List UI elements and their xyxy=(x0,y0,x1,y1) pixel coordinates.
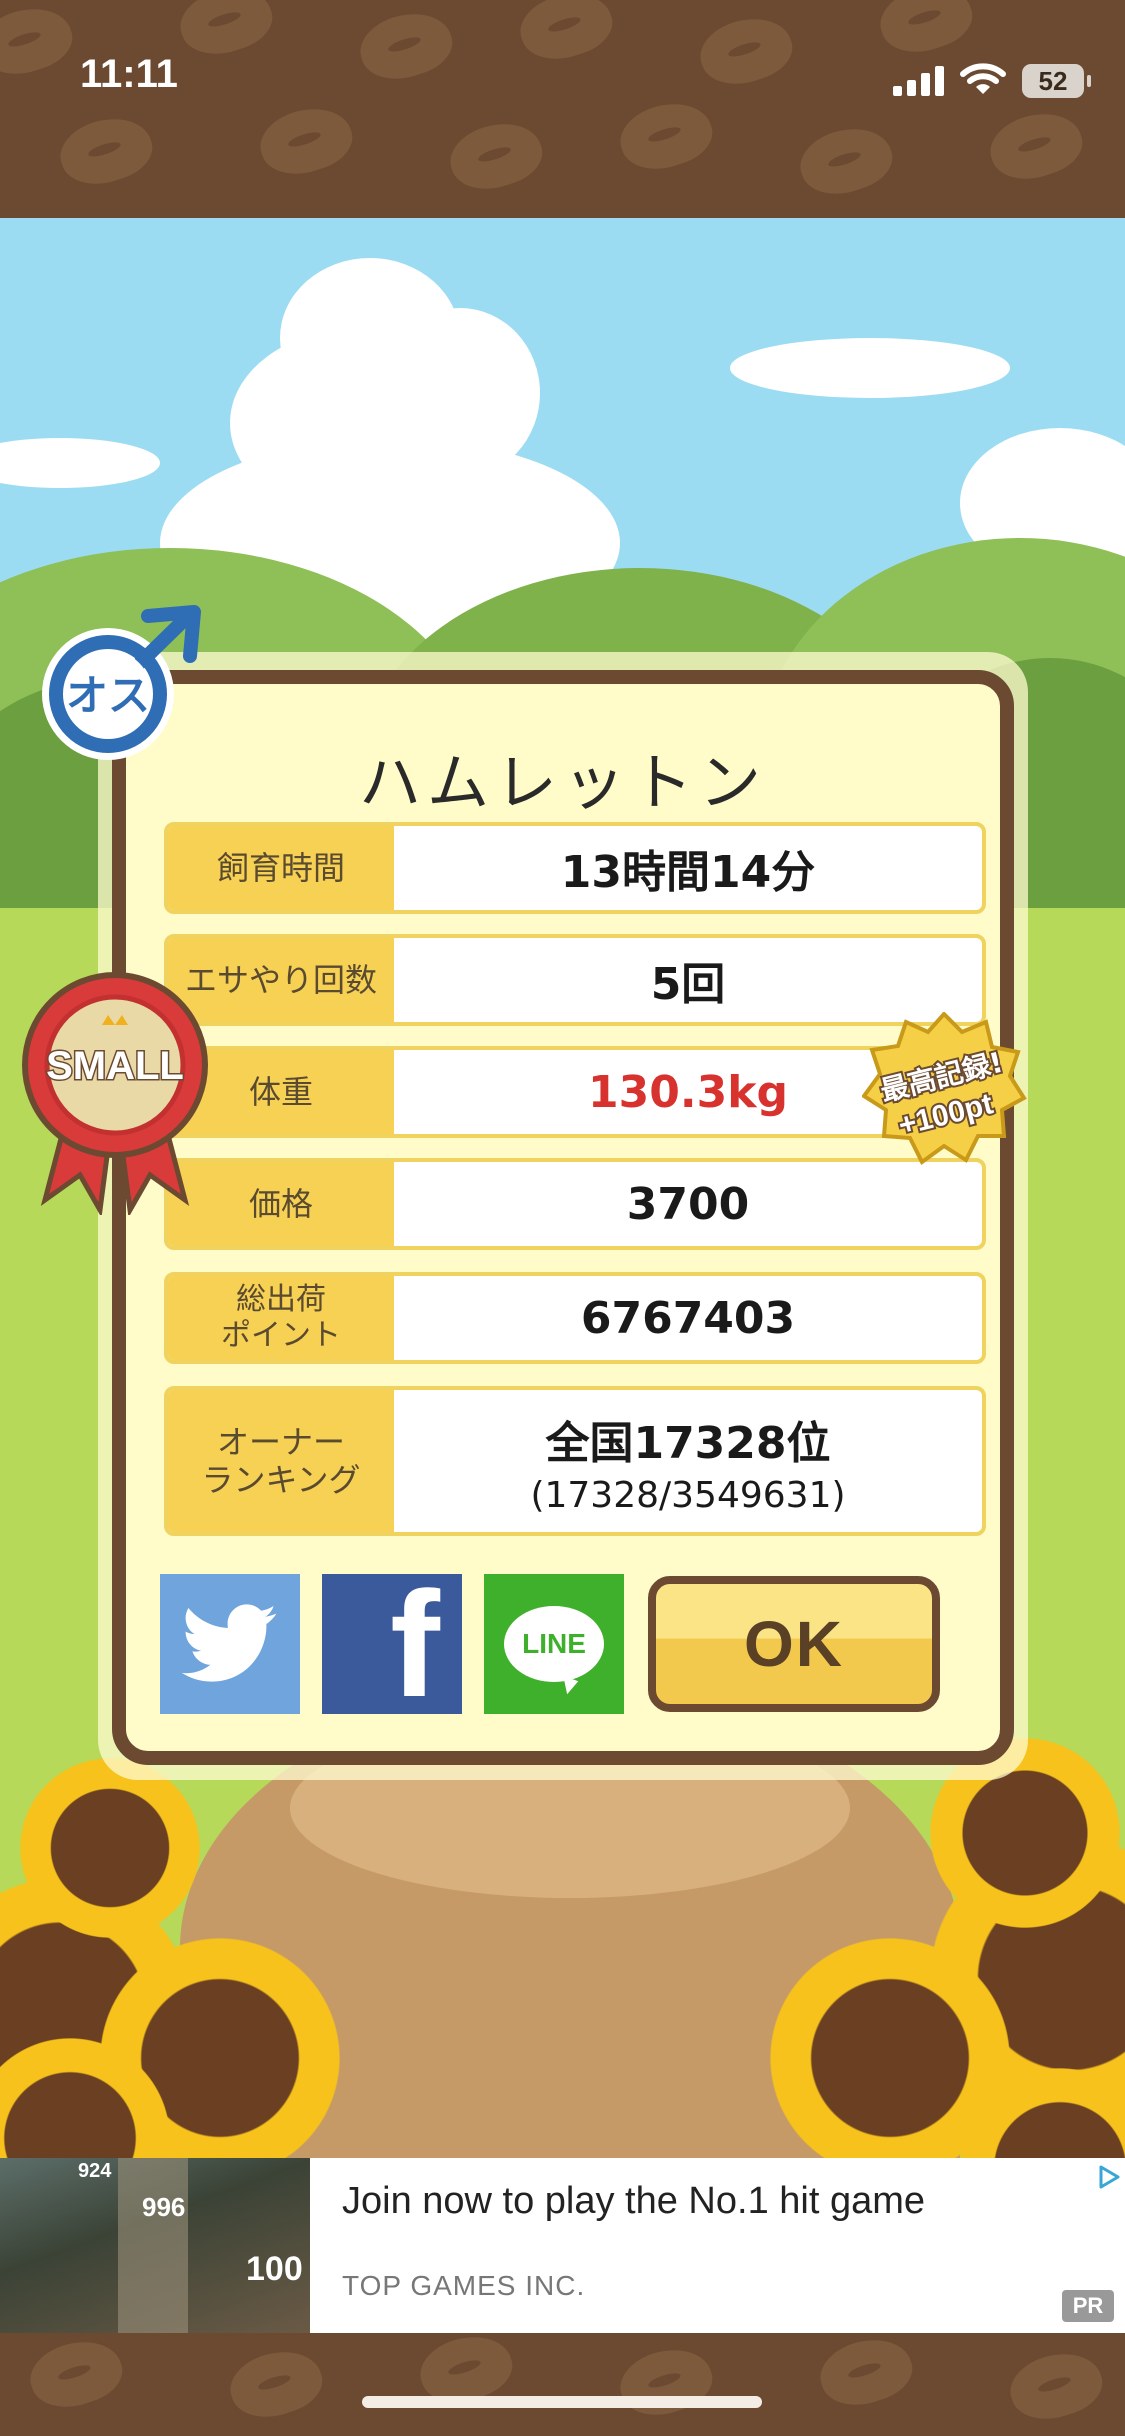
twitter-bird-icon xyxy=(182,1604,277,1682)
cellular-signal-icon xyxy=(893,66,944,96)
wifi-icon xyxy=(960,63,1006,94)
battery-icon: 52 xyxy=(1022,64,1091,98)
line-logo-icon: LINE xyxy=(504,1606,604,1682)
ad-pr-badge: PR xyxy=(1062,2290,1114,2322)
result-dialog: ハムレットン 飼育時間 13時間14分 エサやり回数 5回 体重 130.3kg… xyxy=(112,670,1014,1765)
stat-row-owner-ranking: オーナー ランキング 全国17328位 (17328/3549631) xyxy=(164,1386,986,1536)
stat-row-shipping-points: 総出荷 ポイント 6767403 xyxy=(164,1272,986,1364)
stat-label: 飼育時間 xyxy=(168,826,394,910)
status-bar: 11:11 52 xyxy=(0,0,1125,140)
bottom-pattern-band xyxy=(0,2333,1125,2436)
stat-value: 5回 xyxy=(650,959,726,1010)
line-label: LINE xyxy=(522,1628,586,1659)
stat-value: 6767403 xyxy=(580,1292,796,1344)
ad-thumbnail: 924 996 100 xyxy=(0,2158,310,2333)
size-label: SMALL xyxy=(46,1044,184,1088)
pet-name-title: ハムレットン xyxy=(358,746,767,819)
gender-label: オス xyxy=(66,671,150,720)
line-share-button[interactable]: LINE xyxy=(484,1574,624,1714)
stat-value: 13時間14分 xyxy=(560,847,816,898)
stat-label: オーナー ランキング xyxy=(168,1390,394,1532)
stat-row-breeding-time: 飼育時間 13時間14分 xyxy=(164,822,986,914)
sunflower-decoration xyxy=(20,1758,200,1938)
ad-sponsor: TOP GAMES INC. xyxy=(342,2270,586,2301)
facebook-share-button[interactable]: f xyxy=(322,1574,462,1714)
ranking-value: 全国17328位 (17328/3549631) xyxy=(394,1390,982,1532)
ranking-detail: (17328/3549631) xyxy=(530,1474,846,1516)
ad-banner[interactable]: 924 996 100 Join now to play the No.1 hi… xyxy=(0,2158,1125,2333)
stat-value: 3700 xyxy=(626,1178,750,1230)
ranking-rank: 全国17328位 xyxy=(545,1417,831,1469)
male-gender-badge: オス xyxy=(42,605,201,760)
status-time: 11:11 xyxy=(80,52,178,96)
ad-choices-icon[interactable] xyxy=(1096,2164,1122,2190)
twitter-share-button[interactable] xyxy=(160,1574,300,1714)
ad-thumb-number: 100 xyxy=(246,2250,303,2288)
small-size-ribbon: SMALL xyxy=(22,972,208,1215)
stat-label: 総出荷 ポイント xyxy=(168,1276,394,1360)
facebook-f-icon: f xyxy=(390,1574,440,1714)
ad-title: Join now to play the No.1 hit game xyxy=(342,2180,926,2222)
ad-thumb-number: 924 xyxy=(78,2160,112,2182)
home-indicator[interactable] xyxy=(362,2396,762,2408)
new-record-badge: 最高記録! +100pt xyxy=(862,1012,1027,1166)
ad-thumb-number: 996 xyxy=(142,2192,186,2222)
ok-button[interactable]: OK xyxy=(648,1576,940,1712)
